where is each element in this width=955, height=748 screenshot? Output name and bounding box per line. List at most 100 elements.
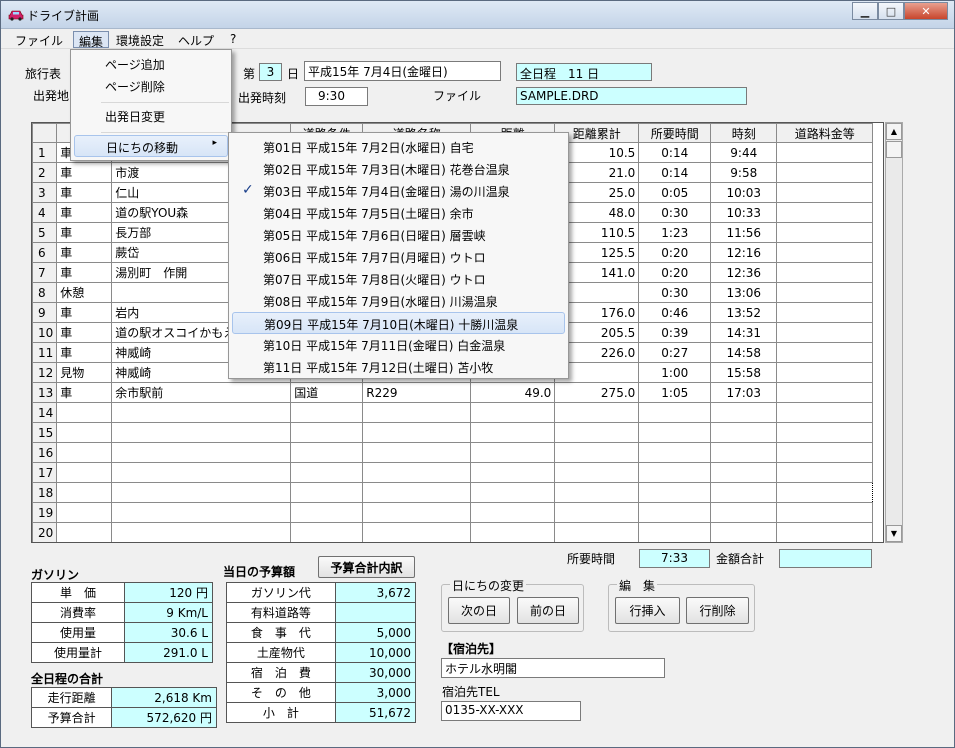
grid-cell[interactable]: R229 — [362, 382, 472, 403]
grid-cell[interactable] — [710, 482, 778, 503]
grid-cell[interactable] — [776, 262, 874, 283]
grid-cell[interactable] — [111, 442, 292, 463]
grid-cell[interactable] — [554, 522, 640, 542]
grid-cell[interactable] — [56, 422, 113, 443]
grid-cell[interactable] — [776, 482, 874, 503]
grid-cell[interactable] — [470, 402, 556, 423]
grid-cell[interactable] — [362, 482, 472, 503]
date-field[interactable]: 平成15年 7月4日(金曜日) — [304, 61, 501, 81]
grid-cell[interactable]: 14:58 — [710, 342, 778, 363]
grid-cell[interactable]: 49.0 — [470, 382, 556, 403]
grid-cell[interactable] — [776, 202, 874, 223]
grid-cell[interactable]: 車 — [56, 162, 113, 183]
grid-cell[interactable] — [111, 462, 292, 483]
grid-cell[interactable] — [554, 402, 640, 423]
submenu-item-day[interactable]: 第10日 平成15年 7月11日(金曜日) 白金温泉 — [232, 334, 565, 356]
delete-row-button[interactable]: 行削除 — [686, 597, 749, 624]
menu-item-change-start-date[interactable]: 出発日変更 — [74, 105, 228, 127]
submenu-item-day[interactable]: 第08日 平成15年 7月9日(水曜日) 川湯温泉 — [232, 290, 565, 312]
grid-cell[interactable] — [290, 462, 364, 483]
menu-about[interactable]: ? — [225, 31, 241, 48]
grid-cell[interactable] — [776, 522, 874, 542]
grid-cell[interactable] — [710, 442, 778, 463]
grid-cell[interactable] — [290, 402, 364, 423]
grid-cell[interactable]: 1:00 — [638, 362, 712, 383]
grid-cell[interactable] — [776, 402, 874, 423]
grid-cell[interactable] — [470, 442, 556, 463]
grid-cell[interactable]: 10:33 — [710, 202, 778, 223]
grid-cell[interactable] — [776, 442, 874, 463]
depart-time-field[interactable]: 9:30 — [305, 87, 368, 106]
grid-cell[interactable] — [362, 462, 472, 483]
grid-cell[interactable]: 車 — [56, 342, 113, 363]
grid-cell[interactable] — [710, 422, 778, 443]
grid-cell[interactable]: 9:44 — [710, 142, 778, 163]
menu-edit[interactable]: 編集 — [73, 31, 110, 49]
grid-cell[interactable] — [554, 482, 640, 503]
menu-item-add-page[interactable]: ページ追加 — [74, 53, 228, 75]
grid-cell[interactable]: 0:14 — [638, 142, 712, 163]
grid-cell[interactable] — [56, 502, 113, 523]
menu-item-move-day[interactable]: 日にちの移動 ▸ — [74, 135, 228, 157]
grid-cell[interactable]: 13:06 — [710, 282, 778, 303]
grid-cell[interactable]: 0:39 — [638, 322, 712, 343]
grid-cell[interactable] — [56, 402, 113, 423]
grid-cell[interactable]: 見物 — [56, 362, 113, 383]
lodging-name-field[interactable]: ホテル水明閣 — [441, 658, 665, 678]
insert-row-button[interactable]: 行挿入 — [615, 597, 680, 624]
grid-cell[interactable] — [638, 422, 712, 443]
grid-cell[interactable]: 0:30 — [638, 282, 712, 303]
grid-cell[interactable] — [776, 182, 874, 203]
grid-cell[interactable]: 0:46 — [638, 302, 712, 323]
grid-cell[interactable]: 0:20 — [638, 262, 712, 283]
grid-cell[interactable] — [776, 502, 874, 523]
close-button[interactable]: ✕ — [904, 2, 948, 20]
grid-cell[interactable]: 0:05 — [638, 182, 712, 203]
scroll-thumb[interactable] — [886, 141, 902, 158]
lodging-tel-field[interactable]: 0135-XX-XXX — [441, 701, 581, 721]
grid-cell[interactable]: 車 — [56, 302, 113, 323]
grid-cell[interactable] — [56, 522, 113, 542]
grid-cell[interactable] — [776, 242, 874, 263]
grid-cell[interactable]: 9:58 — [710, 162, 778, 183]
menu-help[interactable]: ヘルプ — [173, 31, 219, 48]
grid-cell[interactable]: 車 — [56, 262, 113, 283]
grid-cell[interactable] — [554, 462, 640, 483]
grid-scrollbar[interactable]: ▲ ▼ — [885, 122, 903, 543]
grid-cell[interactable]: 1:23 — [638, 222, 712, 243]
grid-cell[interactable] — [638, 482, 712, 503]
grid-cell[interactable] — [56, 462, 113, 483]
next-day-button[interactable]: 次の日 — [448, 597, 510, 624]
grid-cell[interactable]: 車 — [56, 182, 113, 203]
submenu-item-day[interactable]: 第09日 平成15年 7月10日(木曜日) 十勝川温泉 — [232, 312, 565, 334]
scroll-down-icon[interactable]: ▼ — [886, 525, 902, 542]
grid-cell[interactable] — [470, 422, 556, 443]
grid-cell[interactable] — [290, 502, 364, 523]
menu-item-delete-page[interactable]: ページ削除 — [74, 75, 228, 97]
grid-cell[interactable] — [776, 142, 874, 163]
grid-cell[interactable] — [554, 502, 640, 523]
grid-cell[interactable] — [776, 422, 874, 443]
grid-cell[interactable] — [638, 442, 712, 463]
grid-cell[interactable] — [111, 402, 292, 423]
grid-cell[interactable]: 車 — [56, 222, 113, 243]
submenu-item-day[interactable]: ✓ 第03日 平成15年 7月4日(金曜日) 湯の川温泉 — [232, 180, 565, 202]
grid-cell[interactable]: 12:16 — [710, 242, 778, 263]
grid-cell[interactable] — [362, 502, 472, 523]
grid-cell[interactable] — [470, 462, 556, 483]
submenu-item-day[interactable]: 第02日 平成15年 7月3日(木曜日) 花巻台温泉 — [232, 158, 565, 180]
grid-cell[interactable] — [470, 502, 556, 523]
grid-cell[interactable] — [776, 302, 874, 323]
grid-cell[interactable] — [776, 382, 874, 403]
grid-cell[interactable] — [56, 442, 113, 463]
submenu-item-day[interactable]: 第04日 平成15年 7月5日(土曜日) 余市 — [232, 202, 565, 224]
menu-environment[interactable]: 環境設定 — [111, 31, 169, 48]
grid-cell[interactable]: 車 — [56, 242, 113, 263]
grid-cell[interactable] — [470, 482, 556, 503]
grid-cell[interactable]: 車 — [56, 382, 113, 403]
grid-cell[interactable] — [111, 482, 292, 503]
grid-cell[interactable] — [290, 442, 364, 463]
grid-cell[interactable] — [776, 162, 874, 183]
grid-cell[interactable] — [638, 462, 712, 483]
grid-cell[interactable] — [710, 522, 778, 542]
